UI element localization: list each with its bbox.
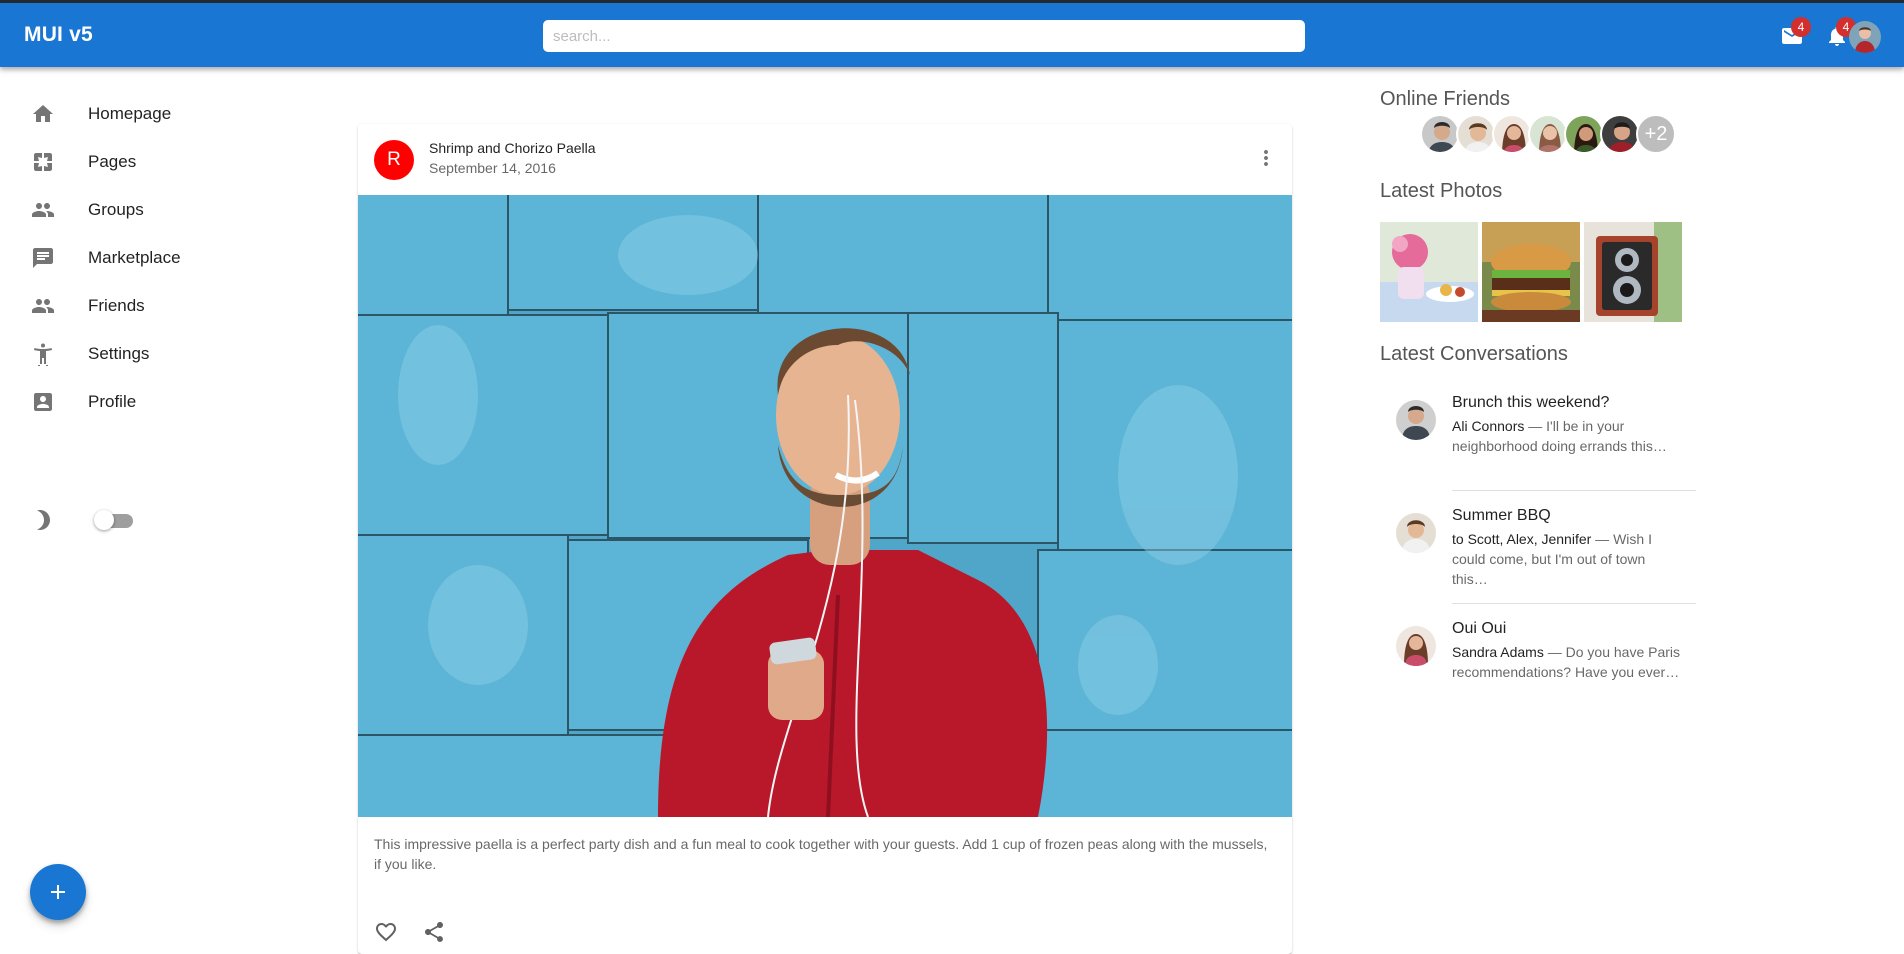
conversation-sender: Sandra Adams [1452,644,1544,660]
conversation-avatar [1396,400,1436,440]
latest-photo[interactable] [1380,222,1478,322]
mail-button[interactable]: 4 [1775,17,1811,53]
dark-mode-row [0,498,300,542]
add-icon [51,885,65,899]
app-logo-text[interactable]: MUI v5 [24,23,93,47]
conversation-avatar [1396,513,1436,553]
marketplace-icon [31,246,55,270]
dark-mode-toggle[interactable] [94,510,135,530]
conversation-item[interactable]: Oui Oui Sandra Adams — Do you have Paris… [1396,620,1680,700]
post-date: September 14, 2016 [429,160,556,176]
more-friends-count[interactable]: +2 [1636,114,1676,154]
sidebar-item-label: Marketplace [88,248,181,267]
latest-photo[interactable] [1482,222,1580,322]
conversation-title: Oui Oui [1452,620,1507,637]
conversation-title: Brunch this weekend? [1452,394,1610,411]
mail-badge: 4 [1791,17,1811,37]
pages-icon [31,150,55,174]
settings-icon [31,342,55,366]
conversation-sender: to Scott, Alex, Jennifer [1452,531,1592,547]
sidebar-item-label: Groups [88,200,144,219]
friend-avatar[interactable] [1456,114,1496,154]
online-friends-title: Online Friends [1380,88,1511,110]
friend-avatar[interactable] [1564,114,1604,154]
profile-icon [31,390,55,414]
friend-avatar[interactable] [1600,114,1640,154]
search-input[interactable] [543,20,1305,52]
share-button[interactable] [414,912,454,952]
conversation-preview: Sandra Adams — Do you have Paris recomme… [1452,642,1680,682]
sidebar-item-marketplace[interactable]: Marketplace [0,235,300,281]
sidebar-item-label: Homepage [88,104,172,123]
more-vert-icon [1264,150,1268,166]
home-icon [31,102,55,126]
conversation-item[interactable]: Brunch this weekend? Ali Connors — I'll … [1396,394,1680,474]
conversation-preview: Ali Connors — I'll be in your neighborho… [1452,416,1680,456]
friends-icon [31,294,55,318]
app-bar: MUI v5 4 4 [0,0,1904,67]
post-title: Shrimp and Chorizo Paella [429,140,596,156]
sidebar-item-friends[interactable]: Friends [0,283,300,329]
latest-conversations-title: Latest Conversations [1380,343,1568,365]
friend-avatar[interactable] [1528,114,1568,154]
conversation-sender: Ali Connors [1452,418,1525,434]
latest-photos-title: Latest Photos [1380,180,1503,202]
like-button[interactable] [366,912,406,952]
conversation-preview: to Scott, Alex, Jennifer — Wish I could … [1452,529,1680,589]
groups-icon [31,198,55,222]
post-image [358,184,1292,836]
toggle-thumb [94,510,114,530]
sidebar-item-pages[interactable]: Pages [0,139,300,185]
sidebar-item-label: Pages [88,152,137,171]
sidebar-item-profile[interactable]: Profile [0,379,300,425]
dark-mode-icon [31,508,55,532]
sidebar-item-label: Settings [88,344,150,363]
friend-avatar[interactable] [1420,114,1460,154]
sidebar-item-groups[interactable]: Groups [0,187,300,233]
conversation-title: Summer BBQ [1452,507,1551,524]
latest-photo[interactable] [1584,222,1682,322]
conversation-avatar [1396,626,1436,666]
divider [1452,490,1696,491]
post-description: This impressive paella is a perfect part… [374,836,1268,872]
sidebar-item-homepage[interactable]: Homepage [0,91,300,137]
user-avatar[interactable] [1849,21,1881,53]
divider [1452,603,1696,604]
sidebar-item-settings[interactable]: Settings [0,331,300,377]
sidebar-item-label: Profile [88,392,137,411]
favorite-border-icon [376,923,396,942]
conversation-item[interactable]: Summer BBQ to Scott, Alex, Jennifer — Wi… [1396,507,1680,587]
friend-avatar[interactable] [1492,114,1532,154]
post-avatar: R [374,140,414,180]
post-more-button[interactable] [1248,140,1284,176]
share-icon [425,922,443,942]
sidebar-item-label: Friends [88,296,145,315]
add-button[interactable] [30,864,86,920]
post-card: R Shrimp and Chorizo Paella September 14… [358,124,1292,954]
